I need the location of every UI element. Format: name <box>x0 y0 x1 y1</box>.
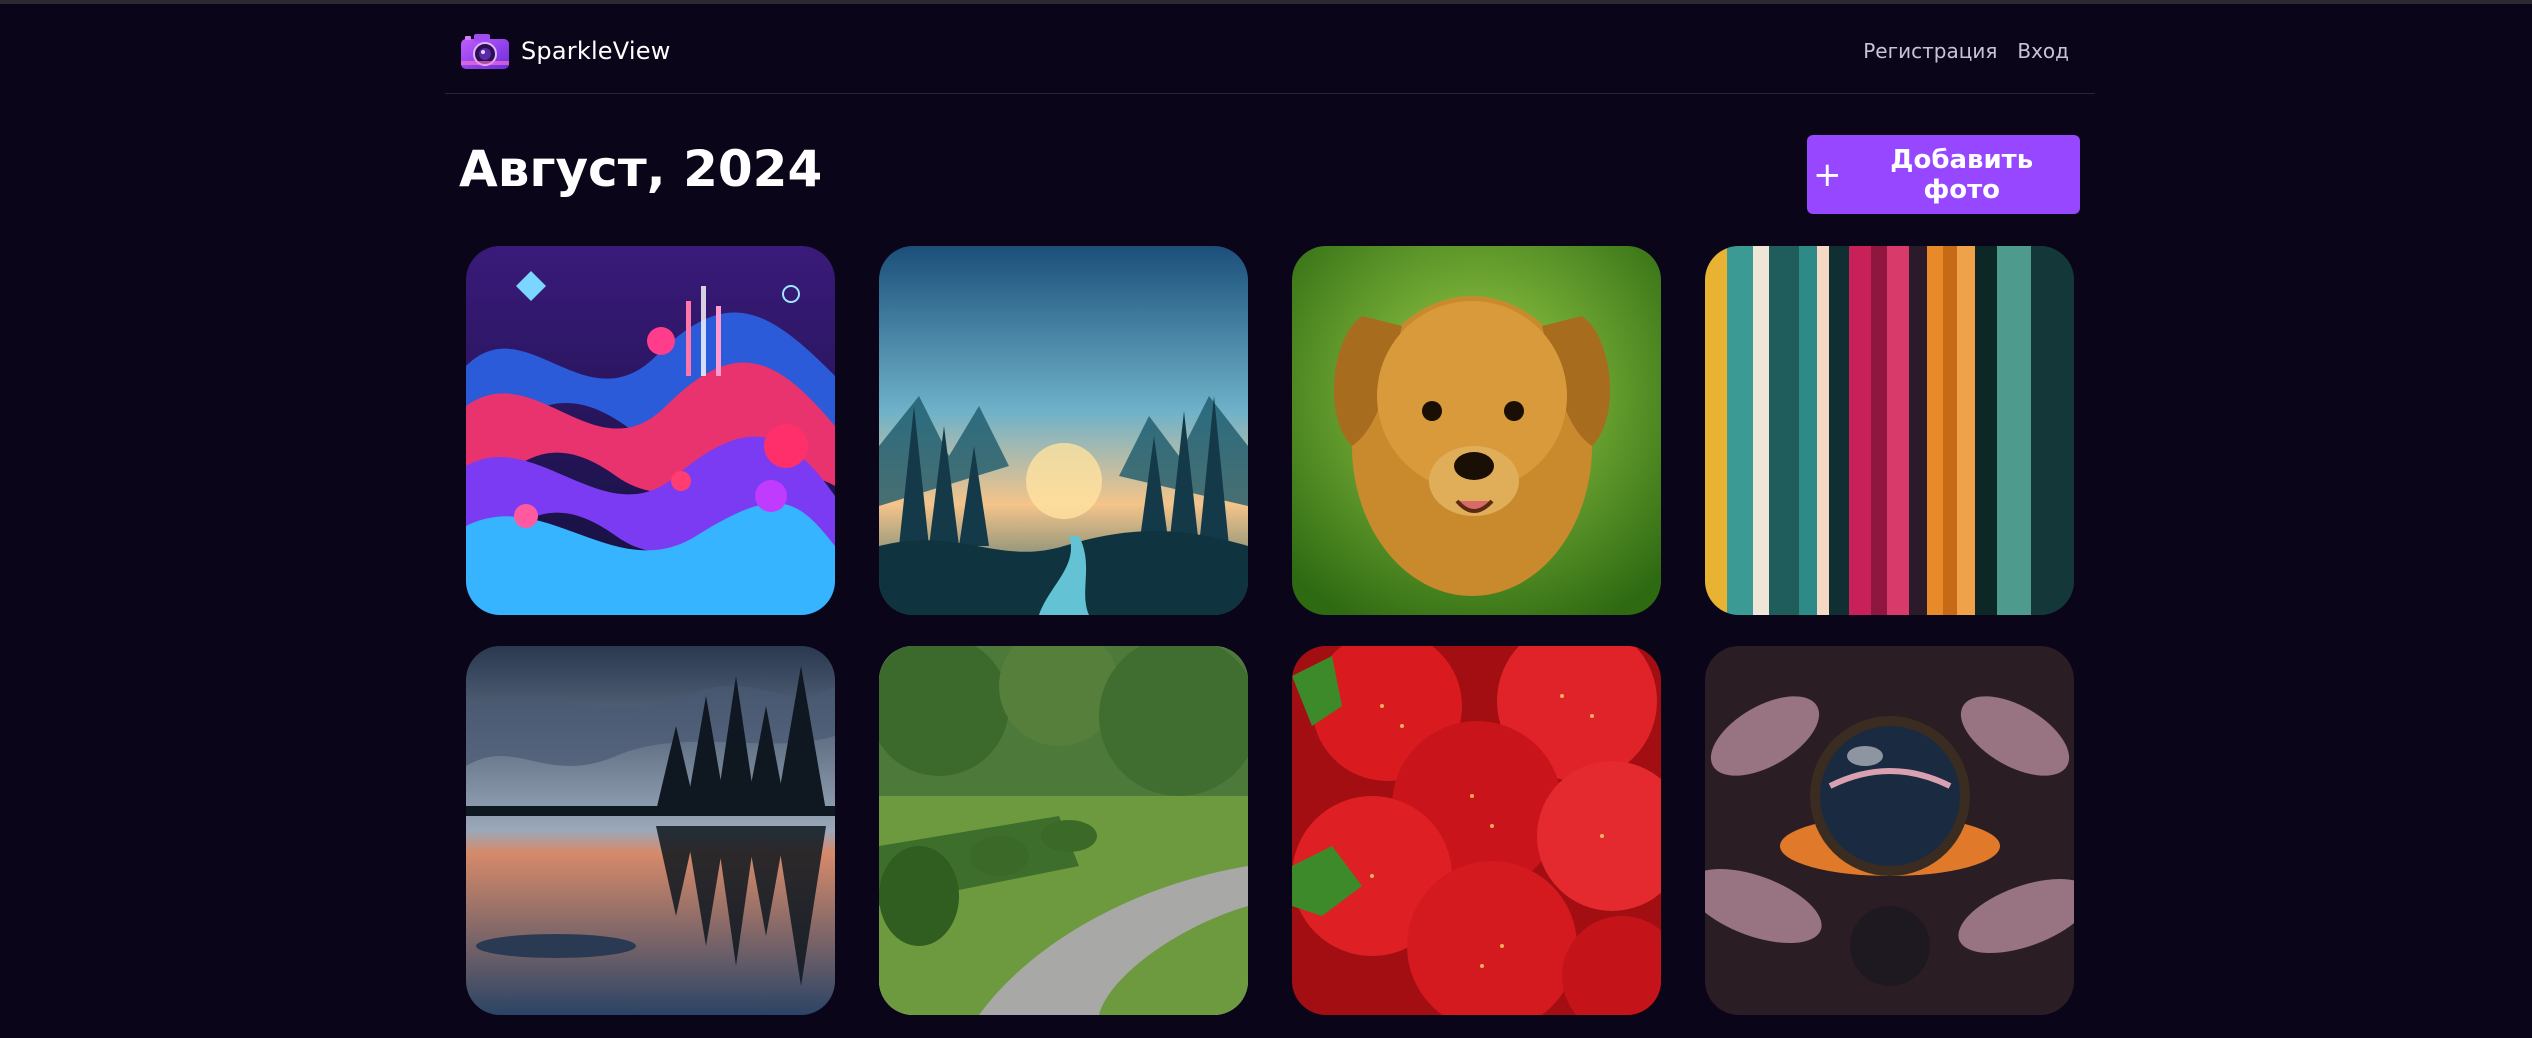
navbar: SparkleView Регистрация Вход <box>445 4 2095 94</box>
photo-card-lake[interactable] <box>466 646 835 1015</box>
forest-valley-image <box>879 246 1248 615</box>
lake-reflection-image <box>466 646 835 1015</box>
brand-name: SparkleView <box>521 37 671 65</box>
login-link[interactable]: Вход <box>2017 39 2069 63</box>
abstract-music-image <box>466 246 835 615</box>
brand[interactable]: SparkleView <box>459 31 671 71</box>
photo-card-stripes[interactable] <box>1705 246 2074 615</box>
plus-icon: + <box>1813 154 1842 195</box>
page-title: Август, 2024 <box>459 140 823 198</box>
add-photo-label: Добавить фото <box>1890 144 2034 205</box>
add-photo-button[interactable]: + Добавить фото <box>1807 135 2080 214</box>
photo-card-puppy[interactable] <box>1292 246 1661 615</box>
strawberries-image <box>1292 646 1661 1015</box>
photo-card-droplet-flower[interactable] <box>1705 646 2074 1015</box>
photo-card-forest-valley[interactable] <box>879 246 1248 615</box>
photo-card-abstract-music[interactable] <box>466 246 835 615</box>
colorful-stripes-image <box>1705 246 2074 615</box>
nav-links: Регистрация Вход <box>1863 39 2069 63</box>
camera-icon <box>461 34 509 69</box>
park-path-image <box>879 646 1248 1015</box>
water-droplet-flower-image <box>1705 646 2074 1015</box>
photo-card-park-path[interactable] <box>879 646 1248 1015</box>
photo-card-strawberries[interactable] <box>1292 646 1661 1015</box>
register-link[interactable]: Регистрация <box>1863 39 1997 63</box>
puppy-image <box>1292 246 1661 615</box>
